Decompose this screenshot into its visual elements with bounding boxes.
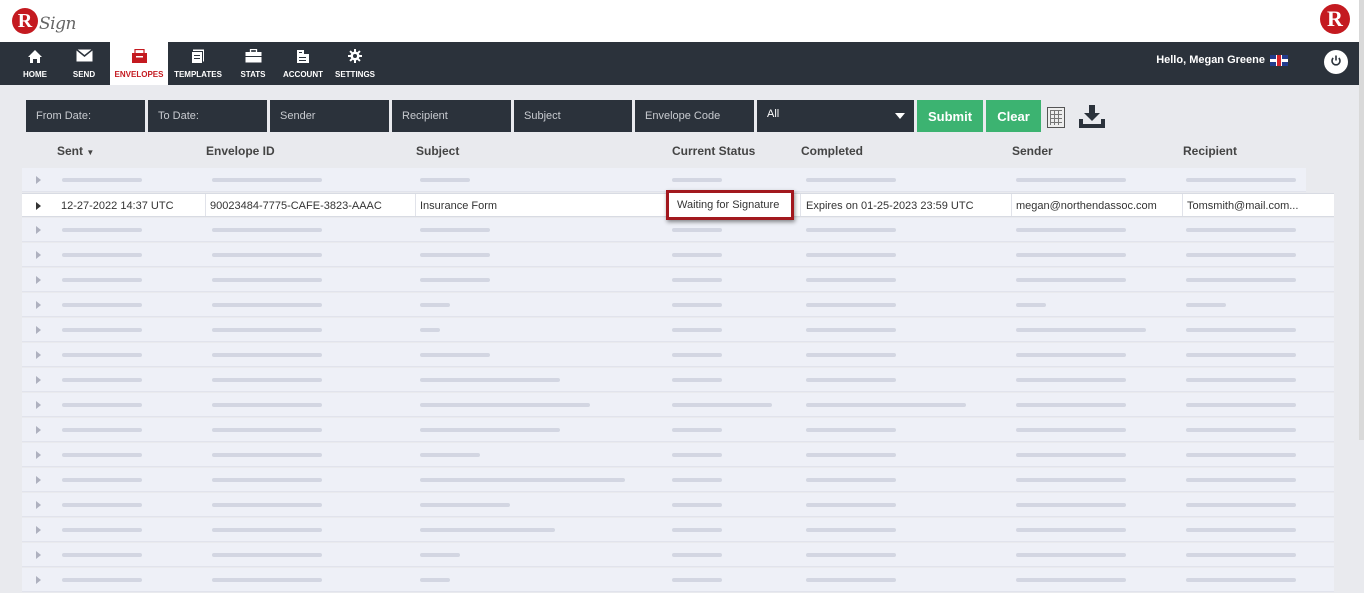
chevron-down-icon	[895, 113, 905, 119]
table-row-blurred[interactable]	[22, 168, 1306, 192]
nav-envelopes[interactable]: ENVELOPES	[110, 42, 168, 85]
table-row-blurred[interactable]	[22, 493, 1334, 517]
nav-settings-label: SETTINGS	[335, 69, 376, 79]
cell-completed: Expires on 01-25-2023 23:59 UTC	[806, 200, 974, 212]
table-row-blurred[interactable]	[22, 268, 1334, 292]
table-row-blurred[interactable]	[22, 393, 1334, 417]
nav-stats-label: STATS	[240, 69, 266, 79]
uk-flag-icon[interactable]	[1270, 54, 1288, 66]
expand-arrow-icon[interactable]	[36, 176, 41, 184]
table-row-blurred[interactable]	[22, 418, 1334, 442]
templates-icon	[191, 49, 205, 67]
account-icon	[296, 49, 310, 67]
table-row-blurred[interactable]	[22, 468, 1334, 492]
sort-down-icon: ▼	[86, 148, 95, 157]
expand-arrow-icon[interactable]	[36, 226, 41, 234]
col-recipient[interactable]: Recipient	[1183, 144, 1237, 158]
power-icon	[1330, 55, 1342, 70]
status-select[interactable]: All	[757, 100, 914, 132]
subject-input[interactable]: Subject	[514, 100, 632, 132]
gear-icon	[348, 48, 362, 67]
nav-account-label: ACCOUNT	[283, 69, 323, 79]
expand-arrow-icon[interactable]	[36, 551, 41, 559]
expand-arrow-icon[interactable]	[36, 526, 41, 534]
calculator-icon[interactable]	[1047, 107, 1065, 128]
home-icon	[27, 49, 43, 67]
col-completed[interactable]: Completed	[801, 144, 863, 158]
col-sender[interactable]: Sender	[1012, 144, 1053, 158]
nav-account[interactable]: ACCOUNT	[282, 42, 324, 85]
table-row-blurred[interactable]	[22, 518, 1334, 542]
nav-home[interactable]: HOME	[18, 42, 52, 85]
expand-arrow-icon[interactable]	[36, 576, 41, 584]
nav-templates-label: TEMPLATES	[174, 69, 222, 79]
expand-arrow-icon[interactable]	[36, 426, 41, 434]
envelope-code-input[interactable]: Envelope Code	[635, 100, 754, 132]
col-envelope-id[interactable]: Envelope ID	[206, 144, 275, 158]
col-sent-label: Sent	[57, 144, 84, 158]
table-row-blurred[interactable]	[22, 343, 1334, 367]
col-sent[interactable]: Sent ▼	[57, 144, 94, 158]
table-row-blurred[interactable]	[22, 218, 1334, 242]
logo-sign-text: Sign	[39, 14, 76, 34]
cell-subject: Insurance Form	[420, 200, 498, 212]
cell-sent: 12-27-2022 14:37 UTC	[61, 200, 174, 212]
inbox-icon	[131, 48, 148, 67]
to-date-input[interactable]: To Date:	[148, 100, 267, 132]
cell-sender: megan@northendassoc.com	[1016, 200, 1157, 212]
cell-envelope-id: 90023484-7775-CAFE-3823-AAAC	[210, 200, 382, 212]
expand-arrow-icon[interactable]	[36, 501, 41, 509]
expand-arrow-icon[interactable]	[36, 451, 41, 459]
clear-button[interactable]: Clear	[986, 100, 1041, 132]
briefcase-icon	[245, 48, 262, 67]
table-row-blurred[interactable]	[22, 568, 1334, 592]
download-icon[interactable]	[1078, 104, 1106, 130]
from-date-input[interactable]: From Date:	[26, 100, 145, 132]
expand-arrow-icon[interactable]	[36, 276, 41, 284]
nav-stats[interactable]: STATS	[237, 42, 269, 85]
expand-arrow-icon[interactable]	[36, 401, 41, 409]
status-waiting-for-signature[interactable]: Waiting for Signature	[666, 190, 794, 220]
envelopes-table: 12-27-2022 14:37 UTC 90023484-7775-CAFE-…	[22, 168, 1334, 593]
expand-arrow-icon[interactable]	[36, 326, 41, 334]
logout-power-button[interactable]	[1324, 50, 1348, 74]
nav-templates[interactable]: TEMPLATES	[173, 42, 223, 85]
nav-settings[interactable]: SETTINGS	[335, 42, 375, 85]
expand-arrow-icon[interactable]	[36, 251, 41, 259]
top-header: R Sign R	[0, 0, 1364, 42]
recipient-input[interactable]: Recipient	[392, 100, 511, 132]
table-header: Sent ▼ Envelope ID Subject Current Statu…	[22, 140, 1334, 162]
nav-send-label: SEND	[72, 69, 96, 79]
nav-home-label: HOME	[23, 69, 47, 79]
rpost-logo: R	[1320, 4, 1350, 34]
expand-arrow-icon[interactable]	[36, 202, 41, 210]
page-scrollbar[interactable]	[1359, 0, 1364, 440]
col-current-status[interactable]: Current Status	[672, 144, 755, 158]
envelope-icon	[75, 48, 93, 67]
expand-arrow-icon[interactable]	[36, 476, 41, 484]
table-row-blurred[interactable]	[22, 318, 1334, 342]
col-subject[interactable]: Subject	[416, 144, 459, 158]
nav-envelopes-label: ENVELOPES	[114, 69, 164, 79]
expand-arrow-icon[interactable]	[36, 301, 41, 309]
expand-arrow-icon[interactable]	[36, 351, 41, 359]
expand-arrow-icon[interactable]	[36, 376, 41, 384]
table-row-blurred[interactable]	[22, 293, 1334, 317]
nav-send[interactable]: SEND	[68, 42, 100, 85]
logo-r-letter: R	[12, 8, 38, 34]
table-row-blurred[interactable]	[22, 443, 1334, 467]
table-row-blurred[interactable]	[22, 368, 1334, 392]
user-greeting[interactable]: Hello, Megan Greene	[1156, 54, 1288, 66]
rsign-logo[interactable]: R Sign	[12, 6, 76, 36]
table-row-blurred[interactable]	[22, 543, 1334, 567]
table-row-blurred[interactable]	[22, 243, 1334, 267]
cell-recipient: Tomsmith@mail.com...	[1187, 200, 1299, 212]
user-greeting-text: Hello, Megan Greene	[1156, 54, 1265, 66]
submit-button[interactable]: Submit	[917, 100, 983, 132]
status-select-value: All	[767, 108, 780, 120]
sender-input[interactable]: Sender	[270, 100, 389, 132]
